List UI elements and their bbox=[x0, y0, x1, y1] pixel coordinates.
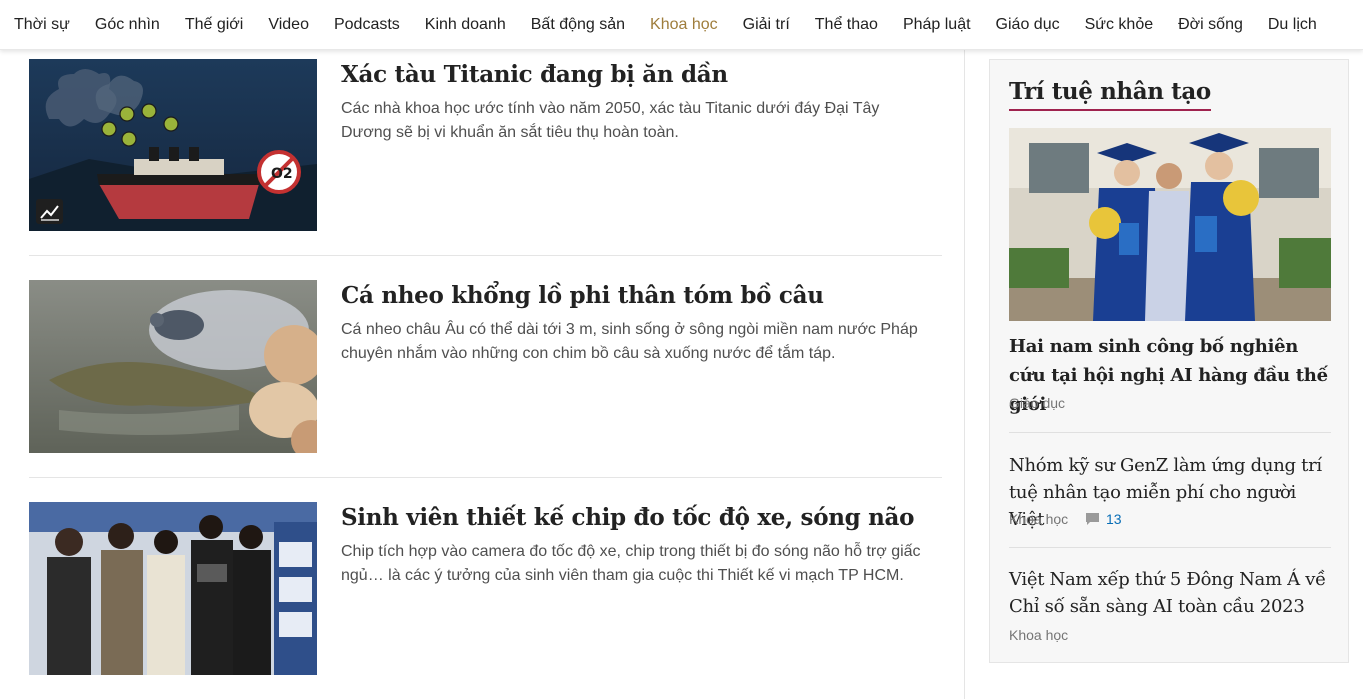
article-description[interactable]: Các nhà khoa học ước tính vào năm 2050, … bbox=[341, 97, 921, 145]
nav-item-video[interactable]: Video bbox=[268, 5, 309, 45]
article-description[interactable]: Chip tích hợp vào camera đo tốc độ xe, c… bbox=[341, 540, 921, 588]
nav-item-doi-song[interactable]: Đời sống bbox=[1178, 5, 1243, 45]
nav-item-du-lich[interactable]: Du lịch bbox=[1268, 5, 1317, 45]
article-divider bbox=[29, 477, 942, 478]
article-item: Sinh viên thiết kế chip đo tốc độ xe, só… bbox=[29, 502, 942, 675]
nav-item-podcasts[interactable]: Podcasts bbox=[334, 5, 400, 45]
sidebar-heading[interactable]: Trí tuệ nhân tạo bbox=[1009, 78, 1211, 111]
article-divider bbox=[29, 255, 942, 256]
nav-item-the-gioi[interactable]: Thế giới bbox=[185, 5, 244, 45]
article-title[interactable]: Xác tàu Titanic đang bị ăn dần bbox=[341, 59, 941, 91]
sidebar-separator bbox=[1009, 432, 1331, 433]
nav-item-bat-dong-san[interactable]: Bất động sản bbox=[531, 5, 625, 45]
article-item: Cá nheo khổng lồ phi thân tóm bồ câu Cá … bbox=[29, 280, 942, 453]
top-nav: Thời sự Góc nhìn Thế giới Video Podcasts… bbox=[0, 0, 1363, 50]
column-divider bbox=[964, 50, 965, 699]
nav-item-goc-nhin[interactable]: Góc nhìn bbox=[95, 5, 160, 45]
comment-count-value: 13 bbox=[1106, 511, 1122, 527]
article-title[interactable]: Sinh viên thiết kế chip đo tốc độ xe, só… bbox=[341, 502, 941, 534]
sidebar-featured-image[interactable] bbox=[1009, 128, 1331, 321]
comment-count[interactable]: 13 bbox=[1085, 511, 1122, 527]
sidebar-separator bbox=[1009, 547, 1331, 548]
nav-item-kinh-doanh[interactable]: Kinh doanh bbox=[425, 5, 506, 45]
sidebar-article-title[interactable]: Việt Nam xếp thứ 5 Đông Nam Á về Chỉ số … bbox=[1009, 566, 1333, 620]
article-thumbnail-catfish[interactable] bbox=[29, 280, 317, 453]
sidebar-article-category[interactable]: Khoa học bbox=[1009, 511, 1068, 527]
article-title[interactable]: Cá nheo khổng lồ phi thân tóm bồ câu bbox=[341, 280, 941, 312]
nav-item-suc-khoe[interactable]: Sức khỏe bbox=[1085, 5, 1154, 45]
nav-item-the-thao[interactable]: Thể thao bbox=[815, 5, 878, 45]
article-description[interactable]: Cá nheo châu Âu có thể dài tới 3 m, sinh… bbox=[341, 318, 921, 366]
oxygen-badge-text: O2 bbox=[271, 166, 293, 182]
sidebar-article-category[interactable]: Giáo dục bbox=[1009, 395, 1065, 411]
comment-icon bbox=[1086, 513, 1099, 525]
article-item: O2 Xác tàu Titanic đang bị ăn dần Các nh… bbox=[29, 59, 942, 231]
nav-item-thoi-su[interactable]: Thời sự bbox=[14, 5, 70, 45]
sidebar-ai-section: Trí tuệ nhân tạo Hai nam sinh công bố ng… bbox=[989, 59, 1349, 663]
nav-item-phap-luat[interactable]: Pháp luật bbox=[903, 5, 971, 45]
sidebar-article-category[interactable]: Khoa học bbox=[1009, 627, 1068, 643]
nav-item-khoa-hoc[interactable]: Khoa học bbox=[650, 5, 718, 45]
article-thumbnail-titanic[interactable]: O2 bbox=[29, 59, 317, 231]
nav-item-giai-tri[interactable]: Giải trí bbox=[743, 5, 790, 45]
nav-item-giao-duc[interactable]: Giáo dục bbox=[996, 5, 1060, 45]
article-thumbnail-students[interactable] bbox=[29, 502, 317, 675]
